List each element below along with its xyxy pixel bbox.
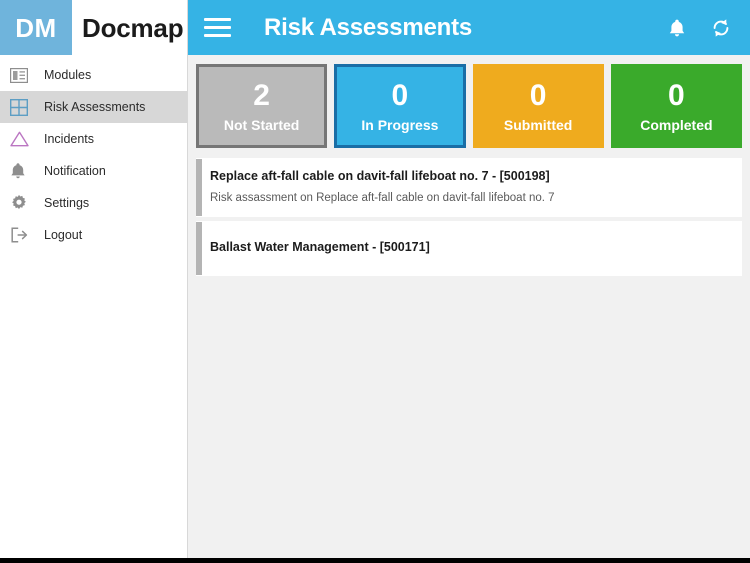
list-item-title: Ballast Water Management - [500171] xyxy=(210,240,430,255)
main-content: Risk Assessments 2 Not Started 0 In Prog… xyxy=(188,0,750,558)
modules-icon xyxy=(10,65,36,85)
status-tile-not-started[interactable]: 2 Not Started xyxy=(196,64,328,148)
triangle-warning-icon xyxy=(10,129,36,149)
refresh-sync-icon[interactable] xyxy=(709,16,733,40)
status-tile-in-progress[interactable]: 0 In Progress xyxy=(334,64,466,148)
status-tile-count: 0 xyxy=(529,78,547,112)
sidebar-item-label: Modules xyxy=(44,67,92,82)
list-item-subtitle: Risk assassment on Replace aft-fall cabl… xyxy=(210,191,555,204)
notification-bell-icon[interactable] xyxy=(665,16,689,40)
status-tile-label: In Progress xyxy=(361,116,439,133)
status-tiles: 2 Not Started 0 In Progress 0 Submitted … xyxy=(188,55,750,153)
sidebar-item-label: Notification xyxy=(44,163,106,178)
list-item[interactable]: Replace aft-fall cable on davit-fall lif… xyxy=(196,158,742,217)
bottom-strip xyxy=(0,558,750,563)
hamburger-line xyxy=(204,26,231,29)
sidebar-item-logout[interactable]: Logout xyxy=(0,219,187,251)
brand-badge-text: DM xyxy=(15,12,57,43)
brand-logo: DM Docmap xyxy=(0,0,187,55)
status-tile-label: Completed xyxy=(640,116,713,133)
status-tile-count: 2 xyxy=(253,78,270,112)
page-title: Risk Assessments xyxy=(264,13,473,41)
sidebar-item-label: Risk Assessments xyxy=(44,99,146,114)
sidebar-item-settings[interactable]: Settings xyxy=(0,187,187,219)
sidebar-item-label: Logout xyxy=(44,227,83,242)
bell-icon xyxy=(10,161,36,181)
status-tile-submitted[interactable]: 0 Submitted xyxy=(472,64,604,148)
sidebar-item-notification[interactable]: Notification xyxy=(0,155,187,187)
list-item-body: Replace aft-fall cable on davit-fall lif… xyxy=(207,158,742,217)
brand-name: Docmap xyxy=(72,0,187,55)
grid-icon xyxy=(10,97,36,117)
status-tile-completed[interactable]: 0 Completed xyxy=(610,64,742,148)
hamburger-icon[interactable] xyxy=(204,17,234,39)
sidebar-nav: Modules Risk Assessments Incidents Notif… xyxy=(0,55,187,251)
sidebar-item-modules[interactable]: Modules xyxy=(0,59,187,91)
app-root: DM Docmap Modules Risk Assessments Incid… xyxy=(0,0,750,563)
status-tile-count: 0 xyxy=(668,78,685,112)
gear-icon xyxy=(10,193,36,213)
sidebar-item-label: Settings xyxy=(44,195,90,210)
app-shell: DM Docmap Modules Risk Assessments Incid… xyxy=(0,0,750,558)
hamburger-line xyxy=(204,34,231,37)
top-app-bar-actions xyxy=(665,16,733,40)
list-item-title: Replace aft-fall cable on davit-fall lif… xyxy=(210,169,550,183)
status-tile-count: 0 xyxy=(391,78,409,112)
top-app-bar: Risk Assessments xyxy=(188,0,750,55)
list-item-body: Ballast Water Management - [500171] xyxy=(207,221,742,276)
status-tile-label: Submitted xyxy=(503,116,573,133)
status-tile-label: Not Started xyxy=(223,116,300,133)
brand-name-text: Docmap xyxy=(82,12,184,43)
sidebar: DM Docmap Modules Risk Assessments Incid… xyxy=(0,0,188,558)
assessment-list: Replace aft-fall cable on davit-fall lif… xyxy=(188,153,750,276)
hamburger-line xyxy=(204,18,231,21)
sidebar-item-label: Incidents xyxy=(44,131,95,146)
logout-icon xyxy=(10,225,36,245)
sidebar-item-risk-assessments[interactable]: Risk Assessments xyxy=(0,91,187,123)
sidebar-item-incidents[interactable]: Incidents xyxy=(0,123,187,155)
list-item[interactable]: Ballast Water Management - [500171] xyxy=(196,220,742,276)
brand-badge: DM xyxy=(0,0,72,55)
